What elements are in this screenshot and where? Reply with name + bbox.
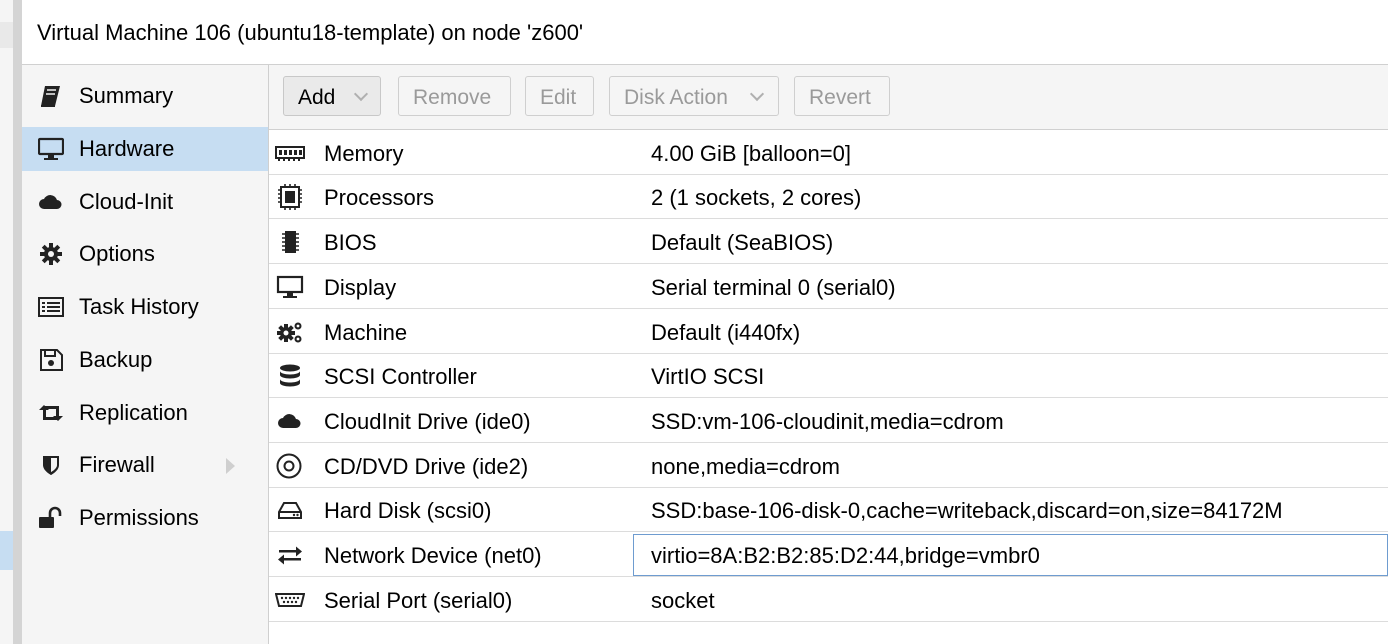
hardware-value: none,media=cdrom: [651, 454, 840, 479]
cloud-icon: [38, 190, 64, 214]
floppy-icon: [38, 348, 64, 372]
table-row-scsi-controller[interactable]: SCSI Controller VirtIO SCSI: [269, 354, 1388, 398]
sidebar-item-cloud-init[interactable]: Cloud-Init: [22, 180, 268, 224]
outer-tree-selected-item[interactable]: [0, 531, 13, 570]
sidebar-item-backup[interactable]: Backup: [22, 338, 268, 382]
sidebar-item-label: Replication: [79, 400, 188, 425]
sidebar-item-firewall[interactable]: Firewall: [22, 443, 268, 487]
hardware-value: 4.00 GiB [balloon=0]: [651, 141, 851, 166]
book-icon: [38, 84, 64, 108]
hardware-name: Display: [324, 275, 397, 300]
sidebar-item-summary[interactable]: Summary: [22, 74, 268, 118]
hardware-grid: Memory 4.00 GiB [balloon=0] Processors 2…: [269, 130, 1388, 644]
hardware-value: virtio=8A:B2:B2:85:D2:44,bridge=vmbr0: [651, 543, 1040, 568]
exchange-icon: [275, 542, 305, 568]
sidebar-item-label: Cloud-Init: [79, 189, 174, 214]
outer-app-strip: [0, 0, 22, 644]
sidebar-item-label: Firewall: [79, 452, 155, 477]
outer-tree-item[interactable]: [0, 22, 13, 48]
sidebar-item-label: Permissions: [79, 505, 199, 530]
hardware-name: SCSI Controller: [324, 364, 477, 389]
hardware-name: Network Device (net0): [324, 543, 542, 568]
hardware-name: Processors: [324, 185, 435, 210]
hardware-name: Serial Port (serial0): [324, 588, 513, 613]
cdrom-icon: [275, 453, 305, 479]
table-row-cd-dvd-drive[interactable]: CD/DVD Drive (ide2) none,media=cdrom: [269, 444, 1388, 488]
table-row-cloudinit-drive[interactable]: CloudInit Drive (ide0) SSD:vm-106-cloudi…: [269, 399, 1388, 443]
sidebar-item-label: Summary: [79, 83, 174, 108]
sidebar-item-options[interactable]: Options: [22, 232, 268, 276]
serial-port-icon: [275, 587, 305, 613]
hardware-name: CloudInit Drive (ide0): [324, 409, 531, 434]
retweet-icon: [38, 401, 64, 425]
hardware-value: SSD:vm-106-cloudinit,media=cdrom: [651, 409, 1004, 434]
table-row-processors[interactable]: Processors 2 (1 sockets, 2 cores): [269, 175, 1388, 219]
sidebar-item-permissions[interactable]: Permissions: [22, 496, 268, 540]
desktop-icon: [275, 274, 305, 300]
microchip-icon: [275, 229, 305, 255]
sidebar-item-label: Options: [79, 241, 155, 266]
remove-button[interactable]: Remove: [398, 76, 511, 116]
edit-button[interactable]: Edit: [525, 76, 594, 116]
memory-icon: [275, 140, 305, 166]
hardware-value: socket: [651, 588, 715, 613]
sidebar-item-label: Task History: [79, 294, 199, 319]
hardware-value: VirtIO SCSI: [651, 364, 765, 389]
sidebar-item-replication[interactable]: Replication: [22, 391, 268, 435]
hardware-value: Serial terminal 0 (serial0): [651, 275, 896, 300]
sidebar-item-task-history[interactable]: Task History: [22, 285, 268, 329]
revert-button[interactable]: Revert: [794, 76, 890, 116]
vm-nav-sidebar: Summary Hardware Cloud-Init Options Task…: [22, 65, 269, 644]
chevron-down-icon: [749, 86, 765, 102]
desktop-icon: [38, 137, 64, 161]
hardware-value: Default (i440fx): [651, 320, 801, 345]
hardware-value: SSD:base-106-disk-0,cache=writeback,disc…: [651, 498, 1283, 523]
database-icon: [275, 363, 305, 389]
hardware-value: Default (SeaBIOS): [651, 230, 834, 255]
hardware-name: BIOS: [324, 230, 377, 255]
hardware-value: 2 (1 sockets, 2 cores): [651, 185, 862, 210]
hardware-name: Hard Disk (scsi0): [324, 498, 492, 523]
hdd-icon: [275, 497, 305, 523]
chevron-down-icon: [353, 86, 369, 102]
table-row-bios[interactable]: BIOS Default (SeaBIOS): [269, 220, 1388, 264]
cloud-icon: [275, 408, 305, 434]
cpu-icon: [275, 184, 305, 210]
hardware-toolbar: Add Remove Edit Disk Action Revert: [269, 65, 1388, 130]
sidebar-item-label: Backup: [79, 347, 153, 372]
shield-icon: [38, 453, 64, 477]
sidebar-item-hardware[interactable]: Hardware: [22, 127, 268, 171]
unlock-icon: [38, 506, 64, 530]
expand-arrow-icon[interactable]: [226, 458, 235, 474]
disk-action-button[interactable]: Disk Action: [609, 76, 779, 116]
table-row-hard-disk[interactable]: Hard Disk (scsi0) SSD:base-106-disk-0,ca…: [269, 488, 1388, 532]
hardware-name: CD/DVD Drive (ide2): [324, 454, 529, 479]
add-button[interactable]: Add: [283, 76, 381, 116]
cogs-icon: [275, 319, 305, 345]
gear-icon: [38, 242, 64, 266]
table-row-memory[interactable]: Memory 4.00 GiB [balloon=0]: [269, 131, 1388, 175]
table-row-machine[interactable]: Machine Default (i440fx): [269, 310, 1388, 354]
list-icon: [38, 295, 64, 319]
table-row-display[interactable]: Display Serial terminal 0 (serial0): [269, 265, 1388, 309]
sidebar-item-label: Hardware: [79, 136, 175, 161]
table-row-network-device[interactable]: Network Device (net0) virtio=8A:B2:B2:85…: [269, 533, 1388, 577]
outer-splitter[interactable]: [13, 0, 22, 644]
hardware-name: Memory: [324, 141, 404, 166]
hardware-name: Machine: [324, 320, 408, 345]
table-row-serial-port[interactable]: Serial Port (serial0) socket: [269, 578, 1388, 622]
page-title: Virtual Machine 106 (ubuntu18-template) …: [37, 20, 584, 45]
panel-header: Virtual Machine 106 (ubuntu18-template) …: [22, 0, 1388, 65]
